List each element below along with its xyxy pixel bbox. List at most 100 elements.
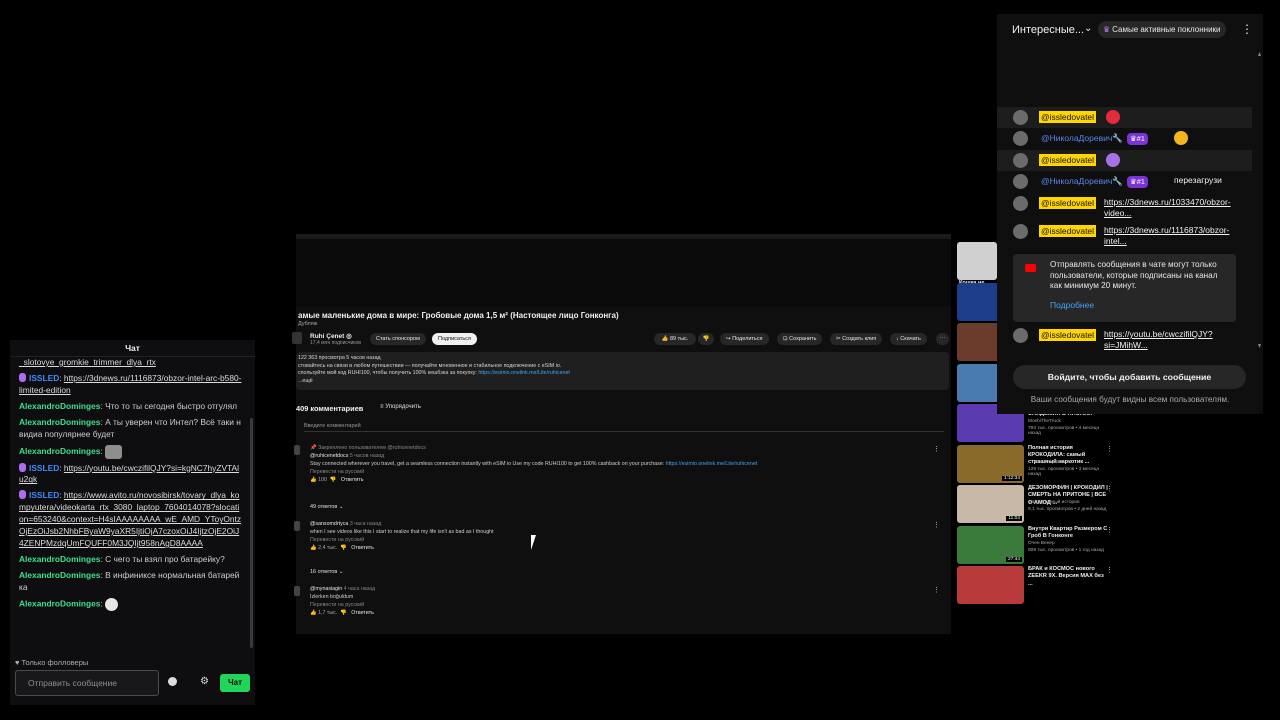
channel-name[interactable]: Очен Венер	[1028, 541, 1055, 546]
thumb-up-icon[interactable]: 👍	[310, 610, 317, 616]
dislike-button[interactable]: 👎	[698, 333, 714, 345]
recommendation-item[interactable]: 1:12:34 Полная история КРОКОДИЛА: самый с…	[957, 444, 1115, 483]
comment-link[interactable]: https://esimio.onelink.me/Lite/ruhicenet	[666, 461, 758, 467]
emote-picker-icon[interactable]	[168, 677, 177, 686]
show-more-link[interactable]: ...ещё	[298, 378, 947, 386]
avatar[interactable]	[1013, 110, 1028, 125]
video-thumbnail[interactable]	[957, 566, 1024, 604]
chat-author[interactable]: @issledovatel	[1039, 197, 1097, 209]
chat-author[interactable]: @issledovatel	[1039, 329, 1097, 341]
subscribe-button[interactable]: Подписаться	[432, 333, 477, 345]
chat-mode-dropdown[interactable]: Интересные...	[1012, 24, 1084, 36]
translate-link[interactable]: Перевести на русский	[310, 469, 930, 477]
sponsor-button[interactable]: Стать спонсором	[370, 333, 426, 345]
chat-author[interactable]: @НиколаДоревич🔧 ♛#1	[1039, 175, 1150, 188]
kebab-menu-icon[interactable]: ⋮	[1106, 485, 1113, 493]
channel-name[interactable]: Станный Архив	[1028, 460, 1062, 465]
comment-menu-icon[interactable]: ⋮	[933, 521, 940, 532]
chat-link[interactable]: _slotovye_gromkie_trimmer_dlya_rtx	[19, 357, 156, 367]
avatar[interactable]	[1013, 174, 1028, 189]
channel-name[interactable]: Фантастичный история	[1028, 500, 1080, 505]
chat-username[interactable]: ISSLED	[29, 373, 59, 383]
avatar[interactable]	[294, 586, 300, 596]
avatar[interactable]	[1013, 328, 1028, 343]
thumb-down-icon[interactable]: 👎	[340, 610, 347, 616]
channel-avatar[interactable]	[292, 332, 302, 344]
chat-username[interactable]: ISSLED	[29, 490, 59, 500]
like-button[interactable]: 👍 89 тыс.	[654, 333, 696, 345]
chat-username[interactable]: AlexandroDominges	[19, 401, 100, 411]
more-actions-button[interactable]: ⋯	[936, 333, 949, 345]
channel-name[interactable]: Ruhi Çenet ◎	[310, 332, 352, 340]
add-comment-input[interactable]: Введите комментарий	[304, 423, 944, 432]
reply-button[interactable]: Ответить	[351, 545, 374, 551]
kebab-menu-icon[interactable]: ⋮	[1106, 566, 1113, 574]
video-thumbnail[interactable]: 27:44	[957, 525, 1024, 564]
comment-menu-icon[interactable]: ⋮	[933, 445, 940, 456]
chevron-down-icon[interactable]: ⌄	[1084, 23, 1092, 34]
video-thumbnail[interactable]: 11:04	[957, 485, 1024, 523]
video-player[interactable]	[296, 239, 951, 307]
top-fans-chip[interactable]: ♛ Самые активные поклонники	[1098, 21, 1226, 38]
chat-username[interactable]: AlexandroDominges	[19, 598, 100, 608]
video-thumbnail[interactable]	[957, 242, 997, 280]
chat-author[interactable]: @НиколаДоревич🔧 ♛#1	[1039, 132, 1150, 145]
chat-username[interactable]: AlexandroDominges	[19, 554, 100, 564]
chat-link[interactable]: https://youtu.be/cwczifilQJY?si=JMihW...	[1104, 329, 1213, 350]
kebab-menu-icon[interactable]: ⋮	[1106, 526, 1113, 534]
avatar[interactable]	[294, 445, 300, 455]
avatar[interactable]	[294, 521, 300, 531]
replies-toggle[interactable]: 49 ответов ⌄	[310, 504, 343, 510]
chat-message-list[interactable]: _slotovye_gromkie_trimmer_dlya_rtx ISSLED…	[10, 357, 247, 655]
chat-username[interactable]: AlexandroDominges	[19, 570, 100, 580]
video-title[interactable]: Внутри Квартир Размером С Гроб В Гонконг…	[1028, 526, 1108, 541]
avatar[interactable]	[1013, 131, 1028, 146]
reply-button[interactable]: Ответить	[351, 610, 374, 616]
chat-scrollbar[interactable]	[1258, 50, 1261, 350]
chat-author[interactable]: @issledovatel	[1039, 111, 1097, 123]
chat-link[interactable]: https://3dnews.ru/1033470/obzor-video...	[1104, 197, 1231, 218]
chat-author[interactable]: @issledovatel	[1039, 154, 1097, 166]
thumb-down-icon[interactable]: 👎	[330, 477, 337, 483]
gear-icon[interactable]: ⚙	[200, 675, 209, 689]
chat-input[interactable]: Отправить сообщение	[15, 670, 159, 696]
recommendation-item[interactable]: 27:44 Внутри Квартир Размером С Гроб В Го…	[957, 525, 1115, 564]
save-button[interactable]: ⊡ Сохранить	[777, 333, 823, 345]
video-thumbnail[interactable]: 1:12:34	[957, 444, 1024, 483]
translate-link[interactable]: Перевести на русский	[310, 537, 930, 545]
signin-button[interactable]: Войдите, чтобы добавить сообщение	[1013, 365, 1246, 389]
video-title[interactable]: БРАК и КОСМОС нового ZEEKR 9X. Версия MA…	[1028, 566, 1108, 588]
channel-name[interactable]: MoshiTheTruck	[1028, 419, 1061, 424]
download-button[interactable]: ↓ Скачать	[890, 333, 927, 345]
chat-send-button[interactable]: Чат	[220, 674, 250, 692]
share-button[interactable]: ↪ Поделиться	[720, 333, 769, 345]
comment-author[interactable]: @mynasiagin	[310, 586, 342, 592]
reply-button[interactable]: Ответить	[341, 477, 364, 483]
thumb-up-icon[interactable]: 👍	[310, 477, 317, 483]
comment-author[interactable]: @sansomdrtyca	[310, 521, 348, 527]
thumb-down-icon[interactable]: 👎	[340, 545, 347, 551]
kebab-menu-icon[interactable]: ⋮	[1241, 22, 1253, 36]
chat-link[interactable]: https://3dnews.ru/1116873/obzor-intel...	[1104, 225, 1229, 246]
chat-username[interactable]: AlexandroDominges	[19, 417, 100, 427]
learn-more-link[interactable]: Подробнее	[1050, 300, 1094, 311]
comment-author[interactable]: @ruhicenetdocs	[310, 453, 348, 459]
chat-username[interactable]: AlexandroDominges	[19, 446, 100, 456]
translate-link[interactable]: Перевести на русский	[310, 602, 930, 610]
description-link[interactable]: https://esimio.onelink.me/Lite/ruhicenet	[478, 370, 570, 376]
avatar[interactable]	[1013, 196, 1028, 211]
clip-button[interactable]: ✂ Создать клип	[830, 333, 883, 345]
video-description[interactable]: 122 363 просмотра 5 часов назад стовайте…	[296, 352, 949, 390]
chat-author[interactable]: @issledovatel	[1039, 225, 1097, 237]
avatar[interactable]	[1013, 224, 1028, 239]
thumb-up-icon[interactable]: 👍	[310, 545, 317, 551]
kebab-menu-icon[interactable]: ⋮	[1106, 445, 1113, 453]
replies-toggle[interactable]: 16 ответов ⌄	[310, 569, 343, 575]
chat-username[interactable]: ISSLED	[29, 463, 59, 473]
comment-menu-icon[interactable]: ⋮	[933, 586, 940, 597]
chat-scrollbar[interactable]	[250, 418, 253, 648]
avatar[interactable]	[1013, 153, 1028, 168]
recommendation-item[interactable]: БРАК и КОСМОС нового ZEEKR 9X. Версия MA…	[957, 566, 1115, 604]
recommendation-item[interactable]: 11:04 ДЕЗОМОРФИН | КРОКОДИЛ | СМЕРТЬ НА П…	[957, 485, 1115, 523]
sort-button[interactable]: ≡ Упорядочить	[380, 404, 421, 410]
